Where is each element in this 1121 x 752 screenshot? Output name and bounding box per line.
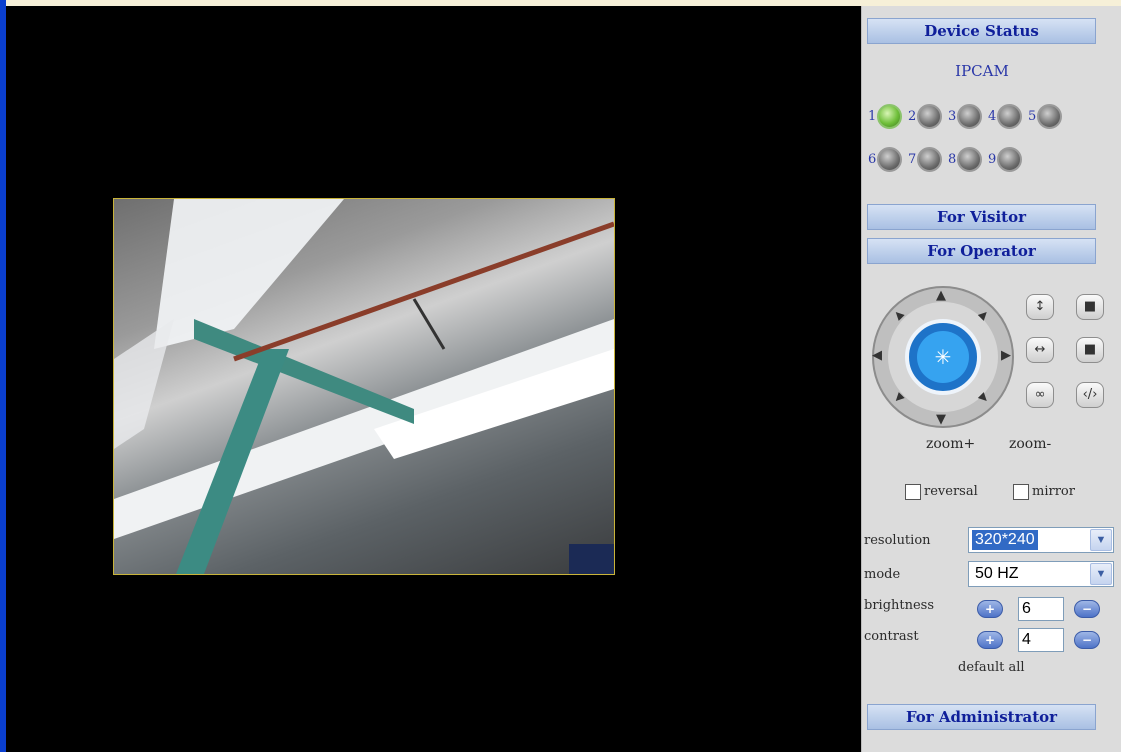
down-arrow-icon[interactable]: ▼	[936, 412, 946, 427]
mirror-label: mirror	[1032, 484, 1075, 499]
device-4[interactable]: 4	[988, 104, 1023, 129]
device-offline-indicator-icon	[997, 104, 1023, 129]
default-all-link[interactable]: default all	[958, 660, 1025, 675]
mirror-checkbox[interactable]	[1013, 484, 1029, 500]
camera-scene-image	[114, 199, 614, 574]
brightness-label: brightness	[864, 598, 935, 613]
device-offline-indicator-icon	[1037, 104, 1063, 129]
right-arrow-icon[interactable]: ▶	[1001, 348, 1011, 363]
device-1[interactable]: 1	[868, 104, 903, 129]
for-operator-header[interactable]: For Operator	[867, 238, 1096, 264]
ptz-control-pad: ✳ ▲ ▼ ◀ ▶ ▲ ▲ ▲ ▲	[868, 282, 1018, 432]
resolution-select[interactable]: 320*240 ▼	[968, 527, 1114, 553]
device-2-number: 2	[908, 109, 917, 124]
device-8[interactable]: 8	[948, 147, 983, 172]
contrast-value-field[interactable]: 4	[1018, 628, 1064, 652]
for-visitor-header[interactable]: For Visitor	[867, 204, 1096, 230]
brightness-value-field[interactable]: 6	[1018, 597, 1064, 621]
device-6-number: 6	[868, 152, 877, 167]
vertical-patrol-icon[interactable]: ↕	[1026, 294, 1054, 320]
device-9[interactable]: 9	[988, 147, 1023, 172]
video-viewer-area	[6, 6, 861, 752]
device-4-number: 4	[988, 109, 997, 124]
mode-label: mode	[864, 567, 901, 582]
reversal-checkbox[interactable]	[905, 484, 921, 500]
device-offline-indicator-icon	[957, 104, 983, 129]
device-7-number: 7	[908, 152, 917, 167]
contrast-label: contrast	[864, 629, 919, 644]
device-6[interactable]: 6	[868, 147, 903, 172]
device-2[interactable]: 2	[908, 104, 943, 129]
chevron-down-icon[interactable]: ▼	[1090, 529, 1112, 551]
contrast-decrease-icon[interactable]: −	[1074, 631, 1100, 649]
resolution-value: 320*240	[971, 529, 1039, 551]
device-3-number: 3	[948, 109, 957, 124]
device-online-indicator-icon	[877, 104, 903, 129]
device-status-header[interactable]: Device Status	[867, 18, 1096, 44]
device-8-number: 8	[948, 152, 957, 167]
up-arrow-icon[interactable]: ▲	[936, 288, 946, 303]
device-offline-indicator-icon	[917, 147, 943, 172]
horizontal-patrol-icon[interactable]: ↔	[1026, 337, 1054, 363]
device-offline-indicator-icon	[957, 147, 983, 172]
left-arrow-icon[interactable]: ◀	[872, 348, 882, 363]
stop-vertical-icon[interactable]: ■	[1076, 294, 1104, 320]
device-9-number: 9	[988, 152, 997, 167]
mode-value: 50 HZ	[975, 565, 1019, 582]
io-switch-off-icon[interactable]: ‹/›	[1076, 382, 1104, 408]
zoom-in-link[interactable]: zoom+	[926, 436, 975, 452]
stop-horizontal-icon[interactable]: ■	[1076, 337, 1104, 363]
brightness-decrease-icon[interactable]: −	[1074, 600, 1100, 618]
device-offline-indicator-icon	[877, 147, 903, 172]
zoom-out-link[interactable]: zoom-	[1009, 436, 1051, 452]
chevron-down-icon[interactable]: ▼	[1090, 563, 1112, 585]
device-7[interactable]: 7	[908, 147, 943, 172]
device-5[interactable]: 5	[1028, 104, 1063, 129]
svg-text:✳: ✳	[935, 345, 952, 369]
for-administrator-header[interactable]: For Administrator	[867, 704, 1096, 730]
reversal-label: reversal	[924, 484, 978, 499]
brightness-increase-icon[interactable]: +	[977, 600, 1003, 618]
device-offline-indicator-icon	[997, 147, 1023, 172]
io-switch-on-icon[interactable]: ∞	[1026, 382, 1054, 408]
camera-video-feed	[113, 198, 615, 575]
mode-select[interactable]: 50 HZ ▼	[968, 561, 1114, 587]
device-5-number: 5	[1028, 109, 1037, 124]
device-3[interactable]: 3	[948, 104, 983, 129]
control-panel: Device Status IPCAM 1 2 3 4 5 6 7 8 9 Fo…	[861, 6, 1121, 752]
device-1-number: 1	[868, 109, 877, 124]
resolution-label: resolution	[864, 533, 931, 548]
contrast-increase-icon[interactable]: +	[977, 631, 1003, 649]
device-name: IPCAM	[955, 62, 1009, 80]
device-offline-indicator-icon	[917, 104, 943, 129]
